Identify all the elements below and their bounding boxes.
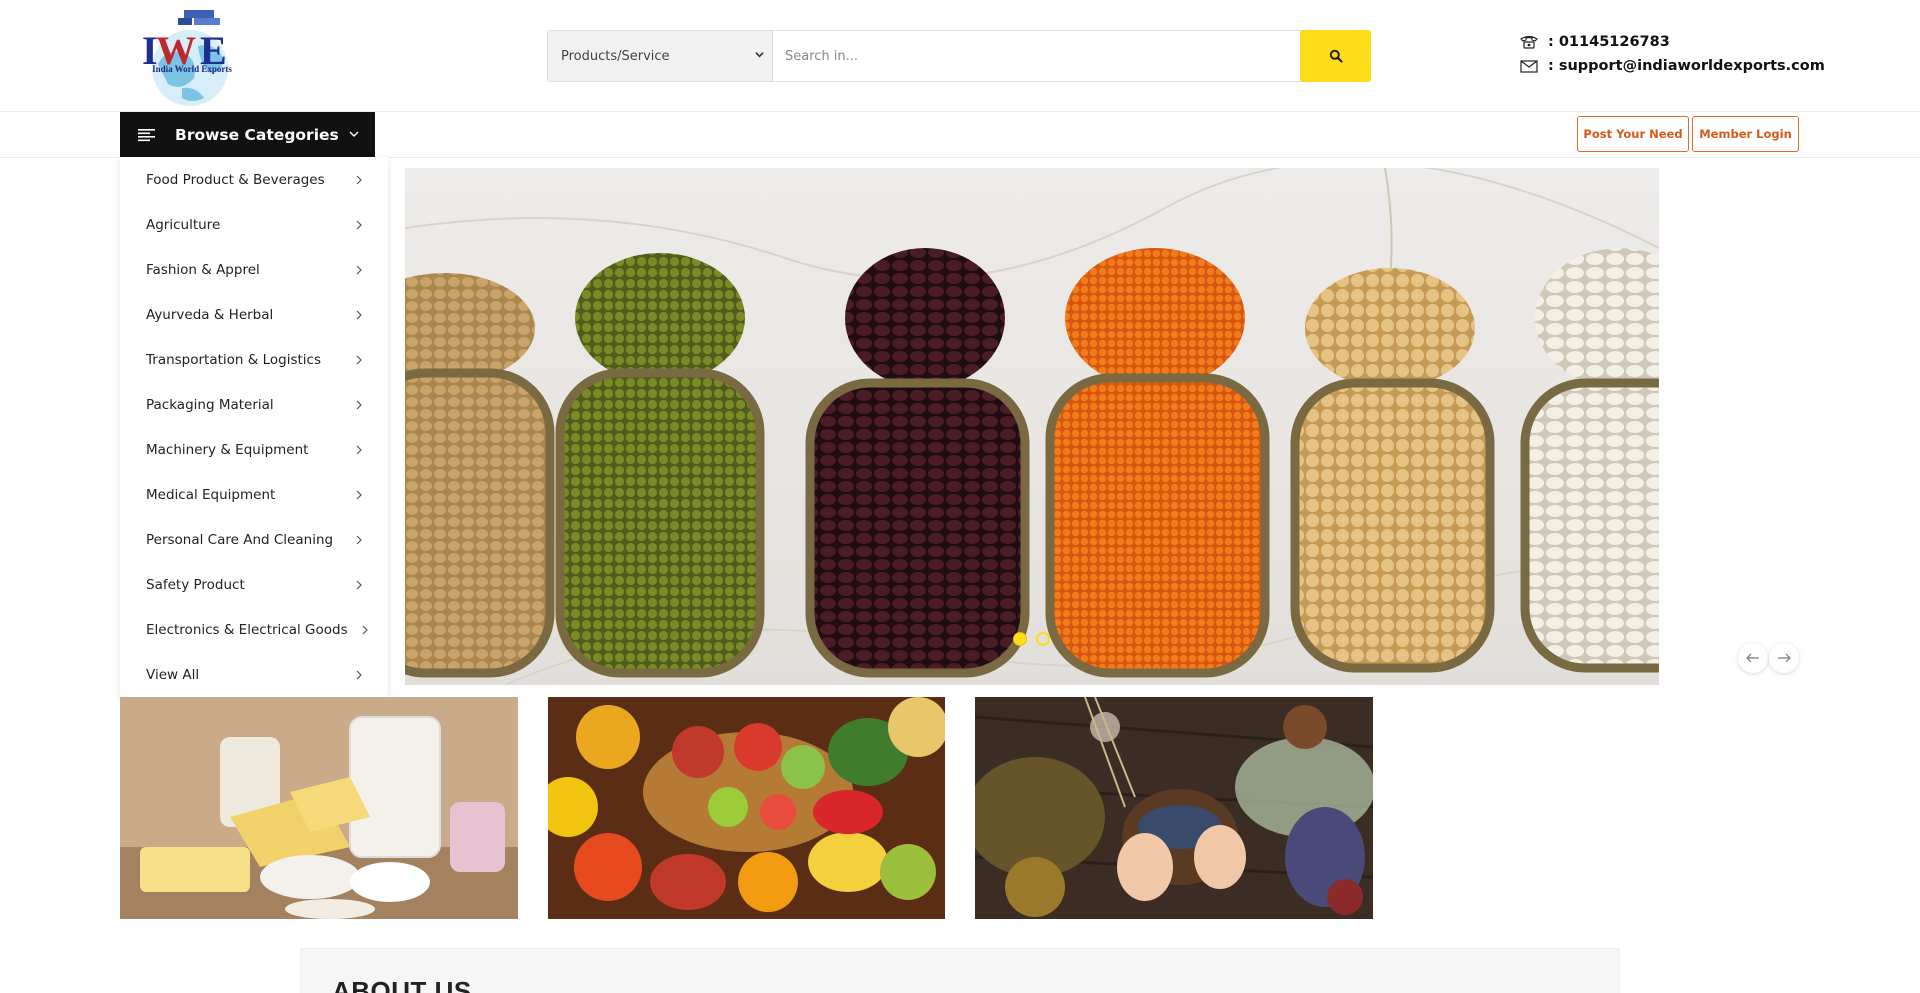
chevron-right-icon: [356, 400, 362, 410]
phone-icon: [1520, 35, 1538, 49]
chevron-right-icon: [356, 580, 362, 590]
member-login-button[interactable]: Member Login: [1692, 116, 1799, 152]
category-label: Machinery & Equipment: [146, 441, 309, 458]
chevron-right-icon: [356, 175, 362, 185]
category-item-safety-product[interactable]: Safety Product: [120, 562, 388, 607]
slider-dot-2[interactable]: [1036, 632, 1050, 646]
chevron-down-icon: [755, 52, 764, 58]
category-label: Personal Care And Cleaning: [146, 531, 334, 548]
logo[interactable]: I W E: [138, 6, 244, 110]
category-item-ayurveda-herbal[interactable]: Ayurveda & Herbal: [120, 292, 388, 337]
category-label: View All: [146, 666, 200, 683]
category-label: Food Product & Beverages: [146, 171, 325, 188]
slider-dot-1[interactable]: [1013, 632, 1027, 646]
category-label: Packaging Material: [146, 396, 274, 413]
phone-number[interactable]: : 01145126783: [1548, 34, 1670, 50]
fruits-vegetables-image: [548, 697, 945, 919]
category-label: Medical Equipment: [146, 486, 276, 503]
search-category-select[interactable]: Products/Service: [548, 31, 773, 81]
category-label: Agriculture: [146, 216, 221, 233]
menu-icon: [138, 128, 155, 141]
arrow-left-icon: [1746, 653, 1759, 663]
search-bar: Products/Service: [547, 30, 1371, 82]
category-label: Safety Product: [146, 576, 245, 593]
category-label: Electronics & Electrical Goods: [146, 621, 348, 638]
chevron-right-icon: [356, 355, 362, 365]
banner-fruits-vegetables[interactable]: [548, 697, 945, 919]
category-item-transportation-logistics[interactable]: Transportation & Logistics: [120, 337, 388, 382]
category-item-personal-care-cleaning[interactable]: Personal Care And Cleaning: [120, 517, 388, 562]
about-section: [300, 948, 1620, 993]
category-item-electronics-electrical-goods[interactable]: Electronics & Electrical Goods: [120, 607, 388, 652]
about-title: ABOUT US: [332, 976, 472, 993]
banner-ayurveda-herbal[interactable]: [975, 697, 1373, 919]
category-item-food-product-beverages[interactable]: Food Product & Beverages: [120, 157, 388, 202]
category-item-packaging-material[interactable]: Packaging Material: [120, 382, 388, 427]
browse-categories-button[interactable]: Browse Categories: [120, 112, 375, 157]
category-item-medical-equipment[interactable]: Medical Equipment: [120, 472, 388, 517]
search-input[interactable]: [773, 31, 1370, 81]
dairy-products-image: [120, 697, 518, 919]
category-item-machinery-equipment[interactable]: Machinery & Equipment: [120, 427, 388, 472]
category-label: Transportation & Logistics: [146, 351, 321, 368]
hero-slide-image[interactable]: [405, 168, 1659, 685]
legumes-bowls-image: [405, 168, 1659, 685]
logo-text: India World Exports: [152, 64, 232, 74]
chevron-right-icon: [356, 265, 362, 275]
logo-graphic: I W E: [142, 10, 228, 106]
slider-next-button[interactable]: [1769, 643, 1799, 673]
category-item-agriculture[interactable]: Agriculture: [120, 202, 388, 247]
email-address[interactable]: : support@indiaworldexports.com: [1548, 58, 1825, 74]
category-label: Ayurveda & Herbal: [146, 306, 274, 323]
chevron-right-icon: [362, 625, 368, 635]
contact-phone: : 01145126783: [1520, 34, 1670, 50]
herbs-mortar-image: [975, 697, 1373, 919]
category-item-fashion-apprel[interactable]: Fashion & Apprel: [120, 247, 388, 292]
search-category-value: Products/Service: [561, 48, 670, 64]
post-your-need-button[interactable]: Post Your Need: [1577, 116, 1689, 152]
search-icon: [1329, 49, 1343, 63]
category-label: Fashion & Apprel: [146, 261, 260, 278]
chevron-right-icon: [356, 445, 362, 455]
slider-prev-button[interactable]: [1738, 643, 1768, 673]
chevron-down-icon: [349, 131, 359, 137]
search-button[interactable]: [1300, 30, 1371, 82]
chevron-right-icon: [356, 490, 362, 500]
arrow-right-icon: [1778, 653, 1791, 663]
chevron-right-icon: [356, 310, 362, 320]
chevron-right-icon: [356, 670, 362, 680]
category-item-view-all[interactable]: View All: [120, 652, 388, 697]
chevron-right-icon: [356, 535, 362, 545]
contact-email: : support@indiaworldexports.com: [1520, 58, 1825, 74]
banner-dairy-products[interactable]: [120, 697, 518, 919]
chevron-right-icon: [356, 220, 362, 230]
browse-categories-label: Browse Categories: [175, 125, 339, 144]
category-menu: Food Product & Beverages Agriculture Fas…: [120, 157, 388, 698]
email-icon: [1520, 59, 1538, 73]
